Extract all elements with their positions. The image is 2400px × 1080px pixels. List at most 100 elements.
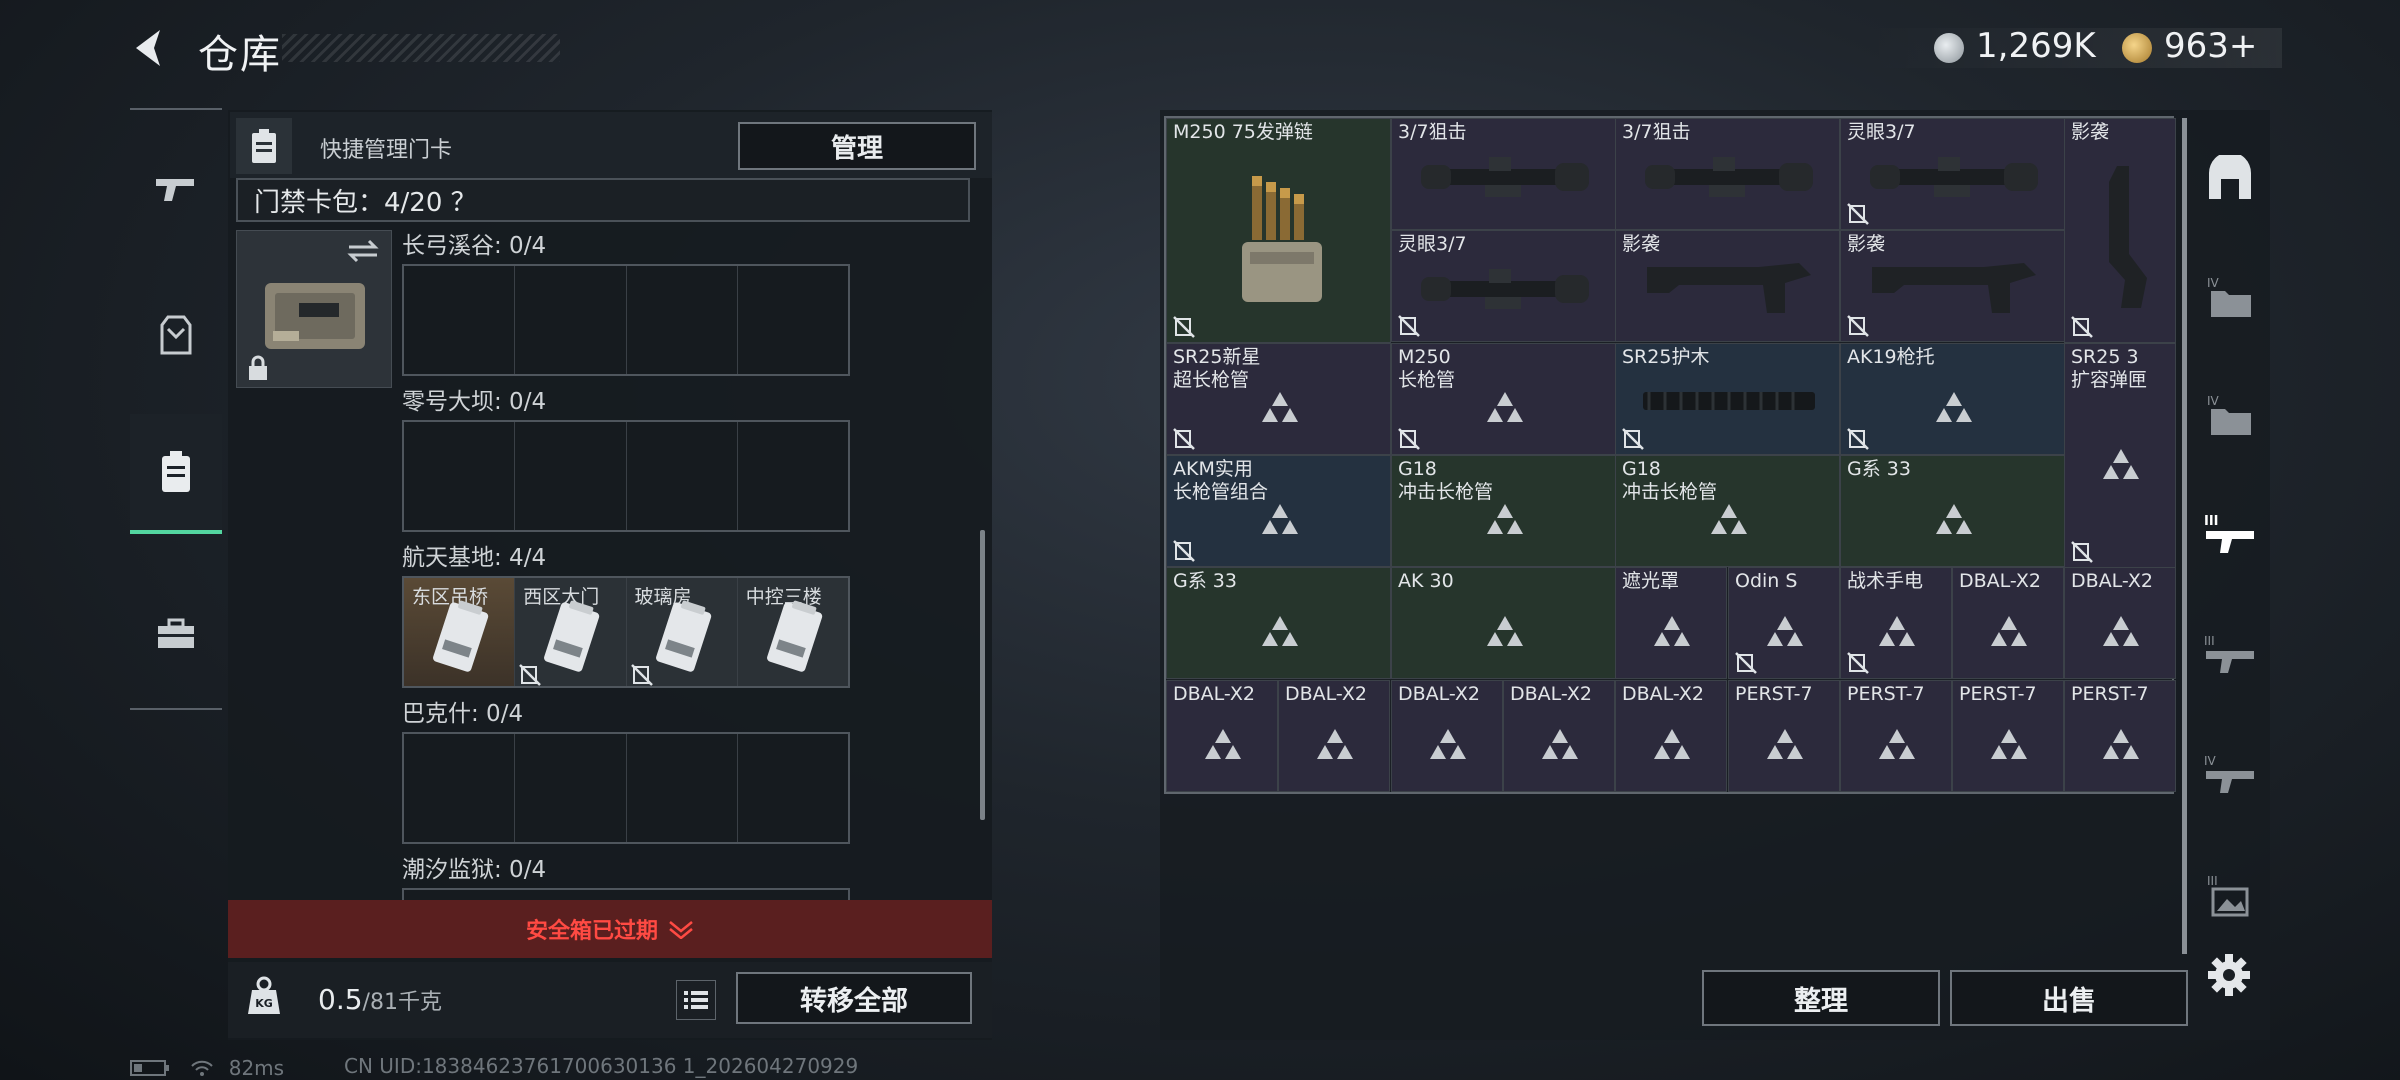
list-icon xyxy=(684,991,708,1009)
stash-item[interactable]: DBAL-X2 xyxy=(1503,680,1615,792)
keycard-slot-empty[interactable] xyxy=(515,266,627,374)
lock-icon xyxy=(249,355,267,380)
keycard-slot-empty[interactable] xyxy=(515,422,627,530)
stash-item[interactable]: 3/7狙击 xyxy=(1391,118,1616,230)
tab-stash-3-active[interactable]: III xyxy=(2192,484,2268,584)
keycard-slot-empty[interactable] xyxy=(627,422,738,530)
keycard-slot-empty[interactable] xyxy=(627,734,738,842)
transfer-all-button[interactable]: 转移全部 xyxy=(736,972,972,1024)
no-trade-icon xyxy=(2071,316,2093,338)
stash-item[interactable]: DBAL-X2 xyxy=(1952,567,2064,679)
tab-tools[interactable] xyxy=(130,574,222,694)
tab-weapons[interactable] xyxy=(130,130,222,250)
stash-item-name: SR25 3 扩容弹匣 xyxy=(2071,346,2148,391)
tab-stash-4a[interactable]: IV xyxy=(2192,246,2268,346)
battery-icon xyxy=(130,1059,169,1076)
tab-stash-main[interactable] xyxy=(2192,128,2268,228)
stash-item-name: SR25护木 xyxy=(1622,346,1710,368)
safebox-expired-banner[interactable]: 安全箱已过期 xyxy=(228,900,992,958)
stash-item[interactable]: DBAL-X2 xyxy=(1615,680,1727,792)
stash-item[interactable]: 战术手电 xyxy=(1840,567,1952,679)
stash-item[interactable]: AK 30 xyxy=(1391,567,1616,679)
stash-scrollbar[interactable] xyxy=(2182,118,2187,954)
tab-stash-4b[interactable]: IV xyxy=(2192,364,2268,464)
stash-item[interactable]: PERST-7 xyxy=(2064,680,2176,792)
stash-item[interactable]: DBAL-X2 xyxy=(1278,680,1390,792)
stash-item[interactable]: DBAL-X2 xyxy=(2064,567,2176,679)
keycard-pack-slot[interactable] xyxy=(236,230,392,388)
gold-currency-value: 963+ xyxy=(2164,26,2258,66)
stash-item[interactable]: PERST-7 xyxy=(1952,680,2064,792)
no-trade-icon xyxy=(630,664,653,686)
no-trade-icon xyxy=(1847,652,1869,674)
stash-item[interactable]: M250 75发弹链 xyxy=(1166,118,1391,343)
keycard-scrollbar[interactable] xyxy=(980,530,985,820)
keycard-slot[interactable]: 中控三楼 xyxy=(737,578,848,686)
region-label-dam: 零号大坝: 0/4 xyxy=(402,389,547,415)
stash-item[interactable]: SR25新星 超长枪管 xyxy=(1166,343,1391,455)
keycard-pack-capacity[interactable]: 门禁卡包：4/20 ？ xyxy=(236,178,970,222)
sell-button[interactable]: 出售 xyxy=(1950,970,2188,1026)
ping-value: 82ms xyxy=(228,1055,285,1080)
stash-item-name: 战术手电 xyxy=(1847,570,1924,592)
no-trade-icon xyxy=(519,664,542,686)
keycard-slot-empty[interactable] xyxy=(515,734,627,842)
stash-item[interactable]: 影袭 xyxy=(1615,230,1840,342)
stash-item[interactable]: G系 33 xyxy=(1166,567,1391,679)
gear-icon[interactable] xyxy=(2204,950,2254,1000)
manage-button[interactable]: 管理 xyxy=(738,122,976,170)
keycard-icon xyxy=(162,451,190,492)
stash-item[interactable]: M250 长枪管 xyxy=(1391,343,1616,455)
region-grid-dam xyxy=(402,420,850,532)
toolbox-icon xyxy=(158,618,194,648)
sort-button[interactable]: 整理 xyxy=(1702,970,1940,1026)
stash-item[interactable]: 影袭 xyxy=(1840,230,2065,342)
stash-item[interactable]: SR25 3 扩容弹匣 xyxy=(2064,343,2176,568)
no-trade-icon xyxy=(1398,428,1420,450)
stash-item-name: DBAL-X2 xyxy=(1398,683,1480,705)
swap-icon xyxy=(347,239,379,263)
stash-item[interactable]: 灵眼3/7 xyxy=(1840,118,2065,230)
stash-item[interactable]: PERST-7 xyxy=(1728,680,1840,792)
weight-icon: KG xyxy=(242,974,286,1018)
stash-item[interactable]: AKM实用 长枪管组合 xyxy=(1166,455,1391,567)
stash-item[interactable]: G系 33 xyxy=(1840,455,2065,567)
keycard-slot-empty[interactable] xyxy=(738,734,848,842)
stash-item[interactable]: DBAL-X2 xyxy=(1166,680,1278,792)
keycard-slot-empty[interactable] xyxy=(738,422,848,530)
svg-text:III: III xyxy=(2204,634,2215,648)
stash-item[interactable]: DBAL-X2 xyxy=(1391,680,1503,792)
no-trade-icon xyxy=(1847,315,1869,337)
stash-item[interactable]: 3/7狙击 xyxy=(1615,118,1840,230)
keycard-slot-empty[interactable] xyxy=(404,734,516,842)
stash-item[interactable]: 灵眼3/7 xyxy=(1391,230,1616,342)
stash-item-name: AKM实用 长枪管组合 xyxy=(1173,458,1269,503)
tab-stash-3c[interactable]: III xyxy=(2192,844,2268,944)
stash-item[interactable]: AK19枪托 xyxy=(1840,343,2065,455)
tab-stash-4c[interactable]: IV xyxy=(2192,724,2268,824)
stash-item[interactable]: 遮光罩 xyxy=(1615,567,1727,679)
tab-stash-3b[interactable]: III xyxy=(2192,604,2268,704)
stash-item[interactable]: G18 冲击长枪管 xyxy=(1391,455,1616,567)
keycard-slot-empty[interactable] xyxy=(738,266,848,374)
keycard-slot-empty[interactable] xyxy=(404,422,516,530)
list-view-button[interactable] xyxy=(676,980,716,1020)
tab-keycards[interactable] xyxy=(130,414,222,534)
weight-readout: 0.5/81千克 xyxy=(318,983,442,1016)
stash-item[interactable]: PERST-7 xyxy=(1840,680,1952,792)
keycard-slot[interactable]: 玻璃房 xyxy=(626,578,738,686)
no-trade-icon xyxy=(1398,315,1420,337)
back-arrow-icon[interactable] xyxy=(126,24,174,72)
tab-equipment[interactable] xyxy=(130,275,222,395)
svg-text:IV: IV xyxy=(2207,394,2220,408)
keycard-slot[interactable]: 东区吊桥 xyxy=(404,578,516,686)
stash-item[interactable]: SR25护木 xyxy=(1615,343,1840,455)
keycard-slot-empty[interactable] xyxy=(627,266,738,374)
stash-item[interactable]: 影袭 xyxy=(2064,118,2176,343)
stash-item[interactable]: G18 冲击长枪管 xyxy=(1615,455,1840,567)
keycard-slot-empty[interactable] xyxy=(404,266,516,374)
user-uid: CN UID:18384623761700630136 1_2026042709… xyxy=(344,1054,859,1078)
keycard-slot[interactable]: 西区大门 xyxy=(515,578,627,686)
stash-item[interactable]: Odin S xyxy=(1728,567,1840,679)
stash-item-name: AK19枪托 xyxy=(1847,346,1935,368)
